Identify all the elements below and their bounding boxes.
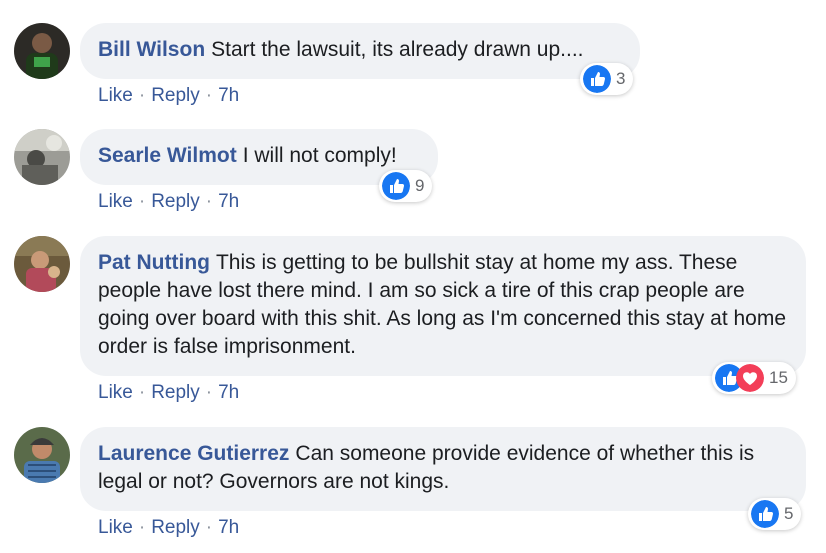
author-name[interactable]: Searle Wilmot (98, 144, 237, 167)
reaction-count: 15 (769, 368, 788, 387)
reaction-summary[interactable]: 5 (748, 498, 802, 530)
reaction-count: 9 (415, 176, 425, 195)
avatar[interactable] (14, 23, 70, 79)
separator: · (138, 191, 146, 212)
avatar[interactable] (14, 129, 70, 185)
separator: · (138, 382, 146, 403)
comment-bubble: Pat Nutting This is getting to be bullshi… (80, 236, 806, 376)
separator: · (138, 517, 146, 538)
avatar[interactable] (14, 427, 70, 483)
author-name[interactable]: Pat Nutting (98, 251, 210, 274)
author-name[interactable]: Laurence Gutierrez (98, 442, 289, 465)
reply-link[interactable]: Reply (151, 191, 200, 212)
reaction-summary[interactable]: 3 (580, 63, 634, 95)
comment-text: Start the lawsuit, its already drawn up.… (211, 38, 584, 61)
reply-link[interactable]: Reply (151, 517, 200, 538)
separator: · (205, 382, 213, 403)
avatar[interactable] (14, 236, 70, 292)
timestamp[interactable]: 7h (218, 382, 239, 403)
comment-actions: Like · Reply · 7h (98, 381, 239, 405)
comment-text: I will not comply! (242, 144, 397, 167)
like-link[interactable]: Like (98, 517, 133, 538)
like-link[interactable]: Like (98, 382, 133, 403)
love-icon (736, 364, 764, 392)
comment-bubble: Bill Wilson Start the lawsuit, its alread… (80, 23, 640, 79)
reaction-count: 5 (784, 504, 794, 523)
reaction-summary[interactable]: 15 (712, 362, 796, 394)
timestamp[interactable]: 7h (218, 191, 239, 212)
like-link[interactable]: Like (98, 191, 133, 212)
like-icon (382, 172, 410, 200)
reaction-summary[interactable]: 9 (379, 170, 433, 202)
like-link[interactable]: Like (98, 85, 133, 106)
timestamp[interactable]: 7h (218, 517, 239, 538)
separator: · (205, 517, 213, 538)
separator: · (138, 85, 146, 106)
comment-actions: Like · Reply · 7h (98, 190, 239, 214)
author-name[interactable]: Bill Wilson (98, 38, 205, 61)
like-icon (751, 500, 779, 528)
comment-actions: Like · Reply · 7h (98, 84, 239, 108)
comment-actions: Like · Reply · 7h (98, 516, 239, 540)
comment-bubble: Laurence Gutierrez Can someone provide ev… (80, 427, 806, 511)
like-icon (583, 65, 611, 93)
reaction-count: 3 (616, 69, 626, 88)
reply-link[interactable]: Reply (151, 85, 200, 106)
separator: · (205, 85, 213, 106)
timestamp[interactable]: 7h (218, 85, 239, 106)
reply-link[interactable]: Reply (151, 382, 200, 403)
separator: · (205, 191, 213, 212)
